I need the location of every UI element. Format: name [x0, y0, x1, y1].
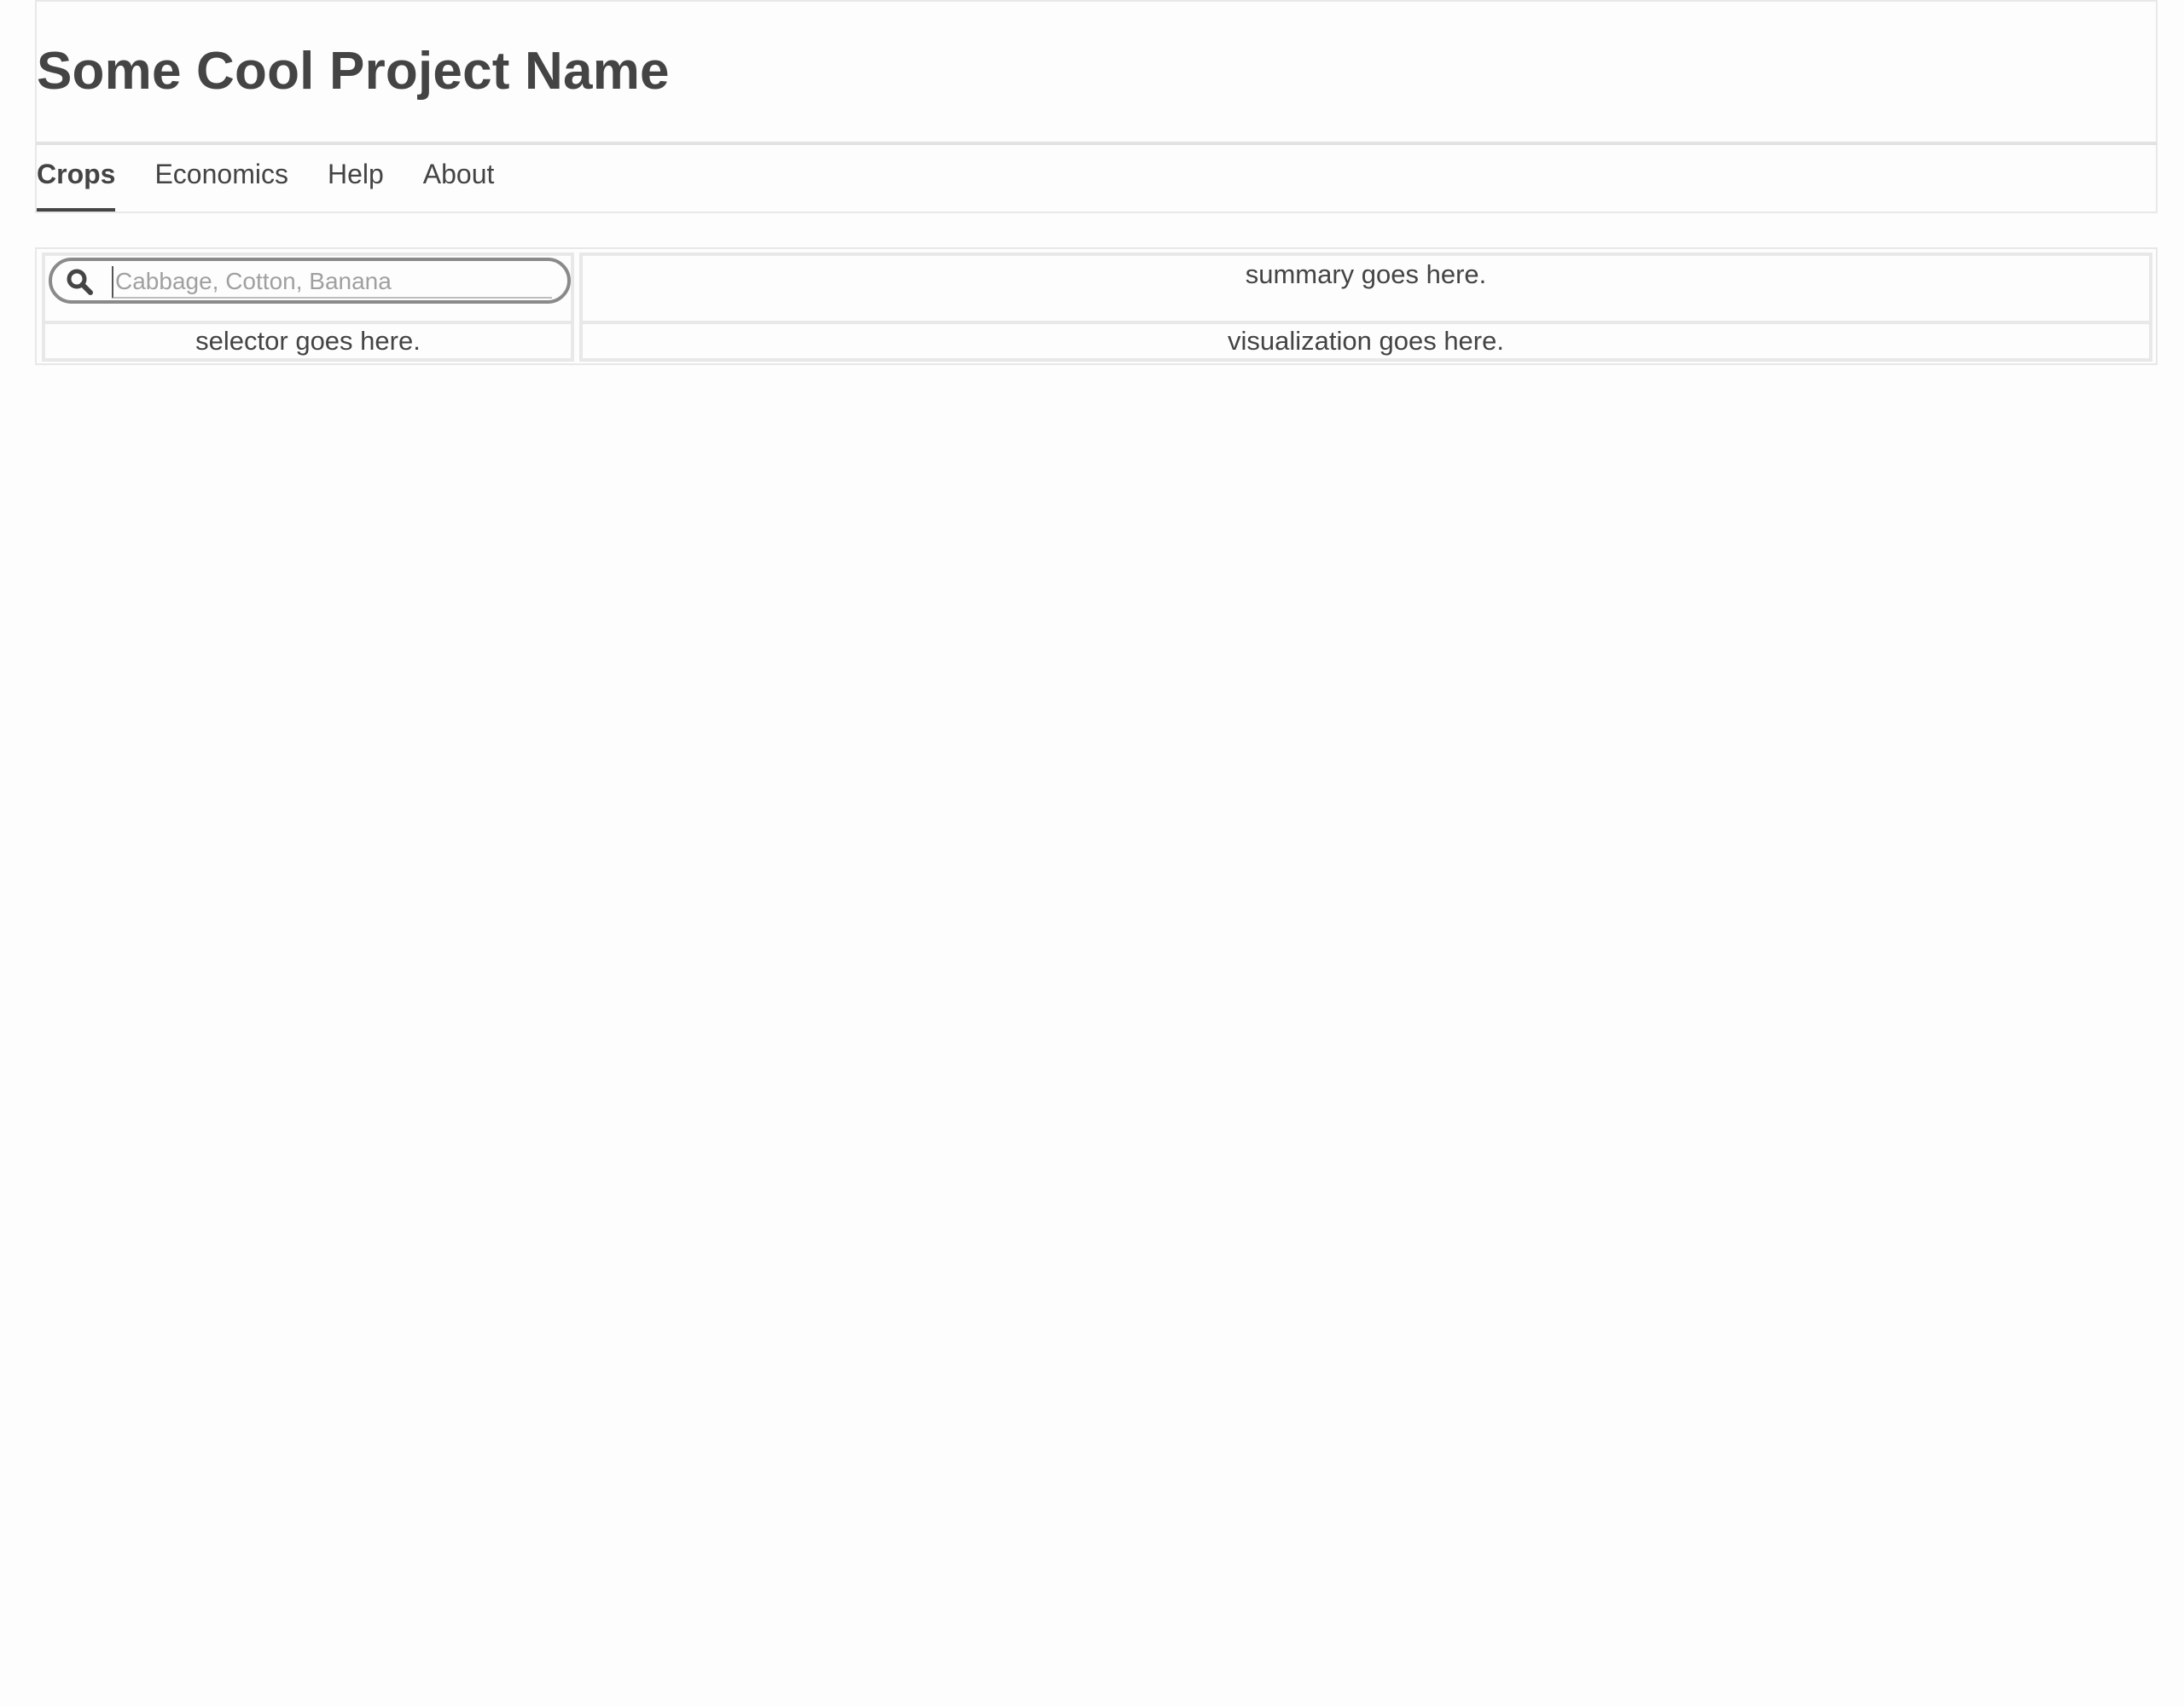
search-panel	[42, 252, 574, 324]
search-icon	[67, 269, 93, 295]
summary-panel: summary goes here.	[579, 252, 2152, 324]
visualization-panel: visualization goes here.	[579, 321, 2152, 362]
tab-crops[interactable]: Crops	[37, 159, 116, 212]
content-grid: summary goes here. selector goes here. v…	[35, 247, 2158, 365]
tab-about[interactable]: About	[423, 159, 495, 212]
search-input[interactable]	[112, 266, 552, 299]
app-container: Some Cool Project Name Crops Economics H…	[35, 0, 2158, 365]
page-header: Some Cool Project Name	[35, 0, 2158, 145]
tab-economics[interactable]: Economics	[154, 159, 288, 212]
search-box[interactable]	[49, 258, 571, 304]
tab-help[interactable]: Help	[328, 159, 384, 212]
navigation-tabs: Crops Economics Help About	[35, 145, 2158, 213]
selector-panel: selector goes here.	[42, 321, 574, 362]
page-title: Some Cool Project Name	[37, 42, 670, 101]
